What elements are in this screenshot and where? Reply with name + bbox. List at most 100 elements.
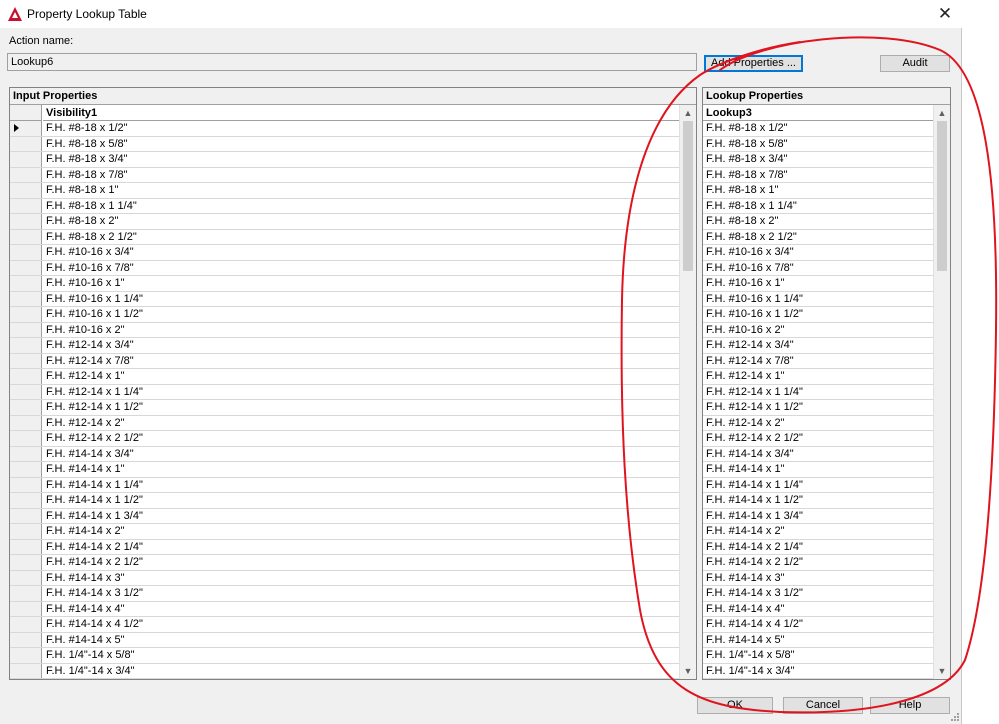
row-header[interactable] [10,245,42,260]
table-cell[interactable]: F.H. #14-14 x 1 1/4" [46,478,143,493]
table-cell[interactable]: F.H. #14-14 x 2 1/2" [46,555,143,570]
table-cell[interactable]: F.H. 1/4"-14 x 3/4" [706,664,795,679]
table-cell[interactable]: F.H. #12-14 x 1" [706,369,785,384]
table-cell[interactable]: F.H. #8-18 x 1/2" [706,121,788,136]
table-cell[interactable]: F.H. #14-14 x 4" [46,602,125,617]
row-header[interactable] [10,183,42,198]
table-row[interactable]: F.H. #12-14 x 1 1/2" [703,400,933,416]
table-row[interactable]: F.H. #10-16 x 3/4" [703,245,933,261]
row-header[interactable] [10,307,42,322]
table-cell[interactable]: F.H. #12-14 x 1 1/4" [46,385,143,400]
table-row[interactable]: F.H. #12-14 x 1 1/4" [10,384,679,400]
row-header[interactable] [10,369,42,384]
row-header[interactable] [10,617,42,632]
table-row[interactable]: F.H. #12-14 x 1 1/2" [10,400,679,416]
row-header[interactable] [10,539,42,554]
table-row[interactable]: F.H. #14-14 x 2 1/4" [10,539,679,555]
table-row[interactable]: F.H. #8-18 x 5/8" [703,137,933,152]
table-cell[interactable]: F.H. #14-14 x 1 1/2" [706,493,803,508]
table-cell[interactable]: F.H. #8-18 x 1 1/4" [706,199,797,214]
table-row[interactable]: F.H. #8-18 x 1" [703,183,933,199]
row-header[interactable] [10,663,42,678]
table-row[interactable]: F.H. #14-14 x 5" [703,633,933,648]
table-row[interactable]: F.H. #8-18 x 3/4" [703,152,933,168]
table-row[interactable]: F.H. #8-18 x 1 1/4" [10,198,679,214]
table-cell[interactable]: F.H. #12-14 x 2 1/2" [46,431,143,446]
table-row[interactable]: F.H. #12-14 x 1 1/4" [703,385,933,400]
table-cell[interactable]: F.H. 1/4"-14 x 5/8" [46,648,135,663]
table-cell[interactable]: F.H. #8-18 x 5/8" [46,137,128,152]
scroll-up-icon[interactable]: ▲ [934,105,950,121]
scroll-thumb[interactable] [683,121,693,271]
table-cell[interactable]: F.H. #10-16 x 1 1/4" [706,292,803,307]
action-name-field[interactable]: Lookup6 [7,53,697,71]
help-button[interactable]: Help [870,697,950,714]
cancel-button[interactable]: Cancel [783,697,863,714]
table-row[interactable]: F.H. #10-16 x 7/8" [703,261,933,276]
table-row[interactable]: F.H. #14-14 x 1 1/2" [10,493,679,509]
table-row[interactable]: F.H. #10-16 x 1" [10,276,679,292]
table-cell[interactable]: F.H. #8-18 x 3/4" [706,152,788,167]
table-cell[interactable]: F.H. #8-18 x 1 1/4" [46,199,137,214]
table-cell[interactable]: F.H. #14-14 x 1 1/4" [706,478,803,493]
table-cell[interactable]: F.H. #10-16 x 1" [706,276,785,291]
table-row[interactable]: F.H. #10-16 x 3/4" [10,245,679,261]
table-row[interactable]: F.H. #14-14 x 4" [703,602,933,617]
table-cell[interactable]: F.H. #8-18 x 5/8" [706,137,788,152]
table-row[interactable]: F.H. #12-14 x 7/8" [703,354,933,369]
table-row[interactable]: F.H. #10-16 x 2" [703,323,933,338]
row-header[interactable] [10,152,42,167]
table-cell[interactable]: F.H. #14-14 x 3/4" [46,447,134,462]
table-row[interactable]: F.H. #14-14 x 2 1/2" [10,555,679,571]
table-cell[interactable]: F.H. #10-16 x 7/8" [706,261,794,276]
row-header[interactable] [10,229,42,244]
table-cell[interactable]: F.H. #8-18 x 7/8" [706,168,788,183]
table-cell[interactable]: F.H. #10-16 x 2" [46,323,125,338]
table-cell[interactable]: F.H. #10-16 x 1" [46,276,125,291]
row-header[interactable] [10,136,42,151]
table-row[interactable]: F.H. #14-14 x 1 1/4" [10,477,679,493]
table-row[interactable]: F.H. #14-14 x 2 1/4" [703,540,933,555]
table-row[interactable]: F.H. #10-16 x 1 1/2" [703,307,933,323]
table-row[interactable]: F.H. #8-18 x 2 1/2" [703,230,933,245]
table-cell[interactable]: F.H. #14-14 x 3 1/2" [46,586,143,601]
table-row[interactable]: F.H. #12-14 x 7/8" [10,353,679,369]
row-header[interactable] [10,338,42,353]
table-cell[interactable]: F.H. #14-14 x 5" [46,633,125,648]
table-cell[interactable]: F.H. #12-14 x 1 1/2" [46,400,143,415]
table-cell[interactable]: F.H. #14-14 x 2 1/4" [46,540,143,555]
scroll-down-icon[interactable]: ▼ [680,663,696,679]
table-cell[interactable]: F.H. #14-14 x 5" [706,633,785,648]
row-header[interactable] [10,415,42,430]
table-row[interactable]: F.H. #10-16 x 1" [703,276,933,292]
audit-button[interactable]: Audit [880,55,950,72]
table-cell[interactable]: F.H. #10-16 x 7/8" [46,261,134,276]
table-row[interactable]: F.H. #14-14 x 3" [10,570,679,586]
table-cell[interactable]: F.H. #14-14 x 1 1/2" [46,493,143,508]
table-row[interactable]: F.H. 1/4"-14 x 3/4" [703,664,933,679]
table-cell[interactable]: F.H. #14-14 x 2" [706,524,785,539]
row-header[interactable] [10,431,42,446]
table-cell[interactable]: F.H. #14-14 x 3" [706,571,785,586]
table-cell[interactable]: F.H. #14-14 x 4 1/2" [46,617,143,632]
scroll-down-icon[interactable]: ▼ [934,663,950,679]
row-header[interactable] [10,632,42,647]
table-cell[interactable]: F.H. #12-14 x 2" [706,416,785,431]
row-header[interactable] [10,198,42,213]
row-header[interactable] [10,276,42,291]
table-cell[interactable]: F.H. #8-18 x 3/4" [46,152,128,167]
row-header[interactable] [10,322,42,337]
table-cell[interactable]: F.H. #8-18 x 1" [706,183,778,198]
resize-grip-icon[interactable] [950,712,960,722]
table-row[interactable]: F.H. #8-18 x 7/8" [10,167,679,183]
table-cell[interactable]: F.H. #8-18 x 2 1/2" [46,230,137,245]
column-header-lookup3[interactable]: Lookup3 [703,105,933,121]
row-header[interactable] [10,291,42,306]
table-cell[interactable]: F.H. #10-16 x 2" [706,323,785,338]
table-row[interactable]: F.H. #12-14 x 3/4" [703,338,933,354]
table-cell[interactable]: F.H. #10-16 x 1 1/2" [706,307,803,322]
table-row[interactable]: F.H. #14-14 x 4 1/2" [703,617,933,633]
table-row[interactable]: F.H. #8-18 x 7/8" [703,168,933,183]
table-cell[interactable]: F.H. #14-14 x 1 3/4" [46,509,143,524]
table-row[interactable]: F.H. #8-18 x 2 1/2" [10,229,679,245]
